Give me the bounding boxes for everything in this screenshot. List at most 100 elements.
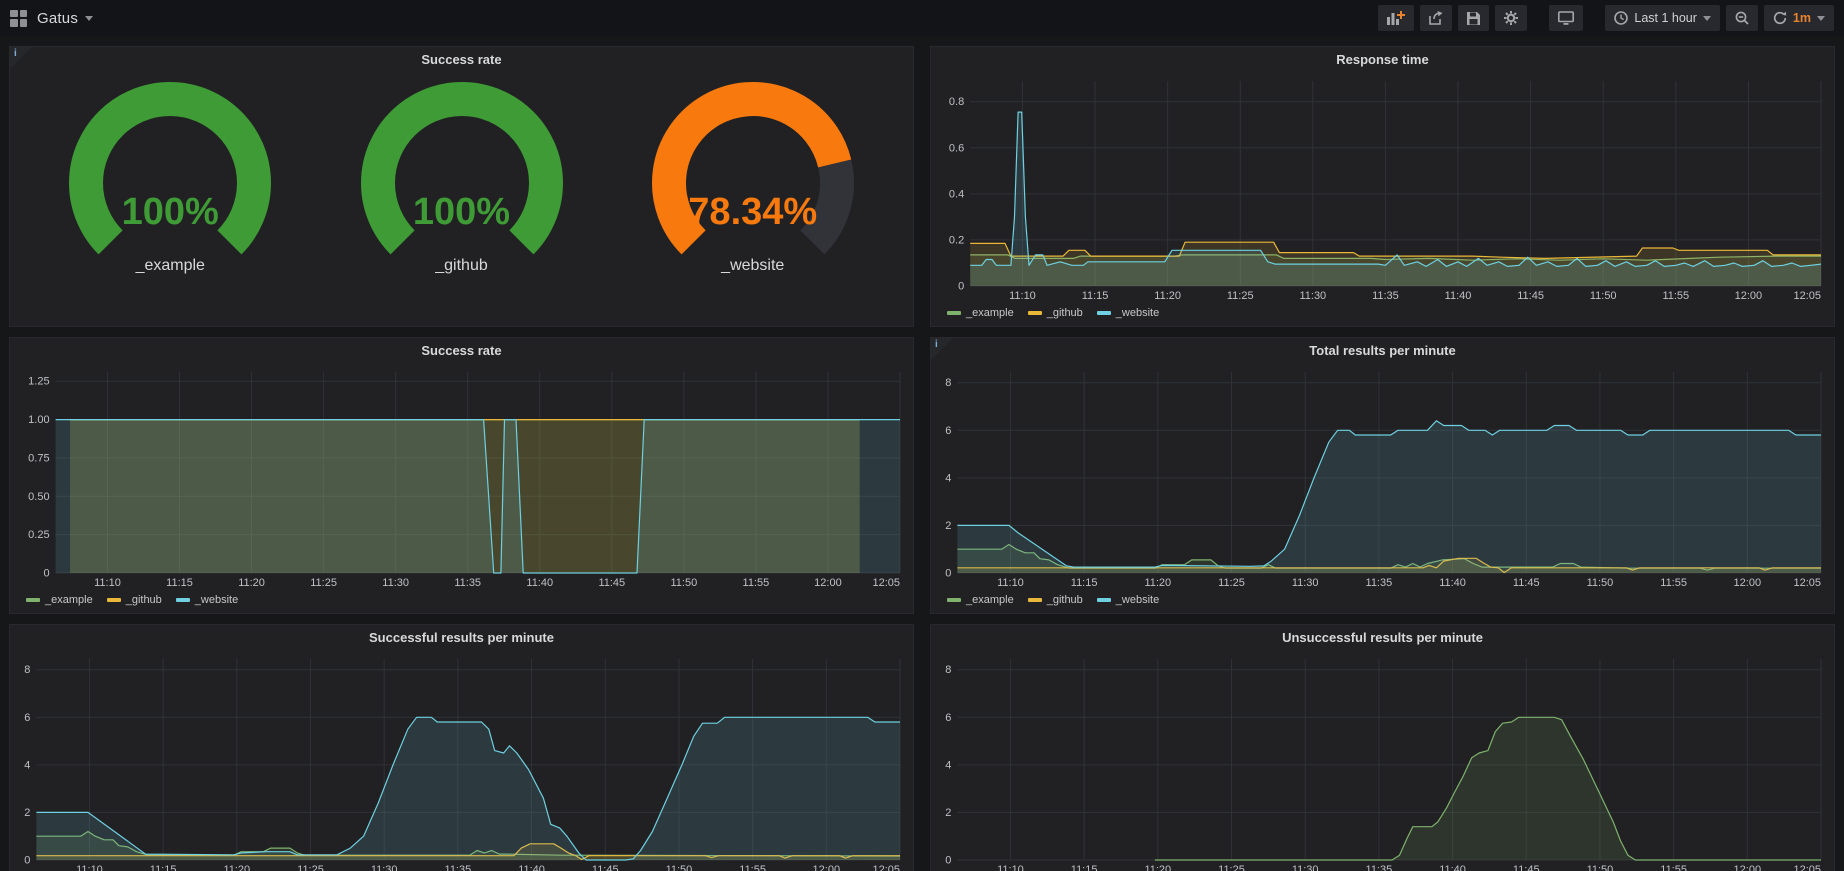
svg-text:11:45: 11:45: [1513, 864, 1540, 871]
gauge-value: 78.34%: [622, 191, 884, 234]
legend-item[interactable]: _website: [1097, 307, 1159, 319]
legend-swatch: [1097, 311, 1111, 315]
svg-text:11:45: 11:45: [1517, 290, 1544, 302]
total-results-chart[interactable]: 11:1011:1511:2011:2511:3011:3511:4011:45…: [939, 364, 1826, 590]
success-rate-chart[interactable]: 11:1011:1511:2011:2511:3011:3511:4011:45…: [18, 364, 905, 590]
dashboard: i Success rate 100% _example 100% _githu…: [0, 36, 1844, 871]
svg-text:0: 0: [43, 568, 49, 580]
legend-label: _website: [195, 594, 238, 606]
svg-text:11:40: 11:40: [1445, 290, 1472, 302]
svg-text:11:20: 11:20: [1154, 290, 1181, 302]
successful-results-chart[interactable]: 11:1011:1511:2011:2511:3011:3511:4011:45…: [18, 651, 905, 871]
svg-text:11:25: 11:25: [1218, 577, 1245, 589]
svg-text:11:45: 11:45: [592, 864, 619, 871]
gauge-value: 100%: [331, 191, 593, 234]
svg-text:11:10: 11:10: [94, 577, 121, 589]
svg-text:8: 8: [945, 664, 951, 676]
svg-text:6: 6: [945, 425, 951, 437]
chart-legend: _example _github _website: [18, 590, 905, 610]
dashboard-title-dropdown[interactable]: Gatus: [37, 10, 93, 27]
svg-text:11:30: 11:30: [1292, 577, 1319, 589]
svg-text:11:35: 11:35: [454, 577, 481, 589]
svg-text:2: 2: [24, 807, 30, 819]
svg-text:12:00: 12:00: [813, 864, 841, 871]
cycle-view-mode-button[interactable]: [1549, 5, 1583, 31]
svg-text:11:15: 11:15: [1071, 577, 1098, 589]
dashboard-settings-button[interactable]: [1495, 5, 1527, 31]
legend-item[interactable]: _github: [1028, 594, 1083, 606]
tv-monitor-icon: [1558, 11, 1574, 25]
svg-text:11:30: 11:30: [371, 864, 398, 871]
panel-title[interactable]: Successful results per minute: [10, 630, 913, 645]
legend-item[interactable]: _github: [1028, 307, 1083, 319]
svg-text:2: 2: [945, 807, 951, 819]
svg-text:11:40: 11:40: [526, 577, 553, 589]
legend-swatch: [107, 598, 121, 602]
gauge-label: _example: [39, 257, 301, 275]
panel-title[interactable]: Unsuccessful results per minute: [931, 630, 1834, 645]
svg-text:0.6: 0.6: [949, 142, 964, 154]
svg-text:12:00: 12:00: [1734, 864, 1762, 871]
svg-text:11:20: 11:20: [238, 577, 265, 589]
chart-area: 11:1011:1511:2011:2511:3011:3511:4011:45…: [939, 651, 1826, 871]
zoom-out-time-button[interactable]: [1726, 5, 1758, 31]
legend-item[interactable]: _website: [176, 594, 238, 606]
dashboard-row: Successful results per minute 11:1011:15…: [9, 624, 1835, 871]
time-range-label: Last 1 hour: [1634, 11, 1697, 25]
panel-title[interactable]: Response time: [931, 52, 1834, 67]
panel-title[interactable]: Total results per minute: [931, 343, 1834, 358]
chart-area: 11:1011:1511:2011:2511:3011:3511:4011:45…: [18, 364, 905, 610]
svg-text:11:15: 11:15: [1071, 864, 1098, 871]
legend-item[interactable]: _example: [947, 307, 1014, 319]
navbar: Gatus: [0, 0, 1844, 36]
gear-icon: [1504, 11, 1518, 25]
legend-label: _example: [966, 594, 1014, 606]
panel-title[interactable]: Success rate: [10, 343, 913, 358]
svg-text:11:55: 11:55: [739, 864, 766, 871]
svg-text:11:15: 11:15: [1082, 290, 1109, 302]
svg-text:0: 0: [958, 281, 964, 293]
svg-text:0.2: 0.2: [949, 234, 964, 246]
svg-text:4: 4: [24, 759, 30, 771]
legend-item[interactable]: _example: [947, 594, 1014, 606]
svg-text:11:20: 11:20: [223, 864, 250, 871]
svg-text:11:45: 11:45: [598, 577, 625, 589]
refresh-picker[interactable]: 1m: [1764, 5, 1834, 31]
legend-label: _example: [45, 594, 93, 606]
svg-text:12:05: 12:05: [1793, 290, 1821, 302]
svg-text:11:20: 11:20: [1144, 864, 1171, 871]
save-dashboard-button[interactable]: [1458, 5, 1489, 31]
response-time-chart[interactable]: 11:1011:1511:2011:2511:3011:3511:4011:45…: [939, 73, 1826, 303]
grid-square: [20, 19, 28, 27]
legend-label: _example: [966, 307, 1014, 319]
gauge-label: _website: [622, 257, 884, 275]
share-dashboard-button[interactable]: [1420, 5, 1452, 31]
svg-text:11:25: 11:25: [1227, 290, 1254, 302]
chevron-down-icon: [85, 16, 93, 21]
chart-legend: _example _github _website: [939, 303, 1826, 323]
grafana-menu-icon[interactable]: [10, 10, 27, 27]
svg-text:11:35: 11:35: [1366, 577, 1393, 589]
grid-square: [10, 19, 18, 27]
unsuccessful-results-chart[interactable]: 11:1011:1511:2011:2511:3011:3511:4011:45…: [939, 651, 1826, 871]
legend-swatch: [947, 598, 961, 602]
gauge-example: 100% _example: [39, 79, 301, 275]
legend-item[interactable]: _website: [1097, 594, 1159, 606]
svg-text:0.4: 0.4: [949, 188, 964, 200]
time-range-picker[interactable]: Last 1 hour: [1605, 5, 1720, 31]
svg-text:11:45: 11:45: [1513, 577, 1540, 589]
svg-text:11:55: 11:55: [1660, 577, 1687, 589]
svg-text:11:35: 11:35: [1366, 864, 1393, 871]
legend-item[interactable]: _example: [26, 594, 93, 606]
svg-text:12:05: 12:05: [1793, 577, 1821, 589]
panel-title[interactable]: Success rate: [10, 52, 913, 67]
panel-success-rate-gauges: i Success rate 100% _example 100% _githu…: [9, 46, 914, 327]
add-panel-button[interactable]: [1378, 5, 1414, 31]
svg-text:11:30: 11:30: [382, 577, 409, 589]
legend-item[interactable]: _github: [107, 594, 162, 606]
svg-text:0.75: 0.75: [28, 452, 49, 464]
svg-text:11:50: 11:50: [1587, 577, 1614, 589]
svg-text:12:05: 12:05: [872, 577, 900, 589]
grid-square: [20, 10, 28, 18]
legend-swatch: [947, 311, 961, 315]
